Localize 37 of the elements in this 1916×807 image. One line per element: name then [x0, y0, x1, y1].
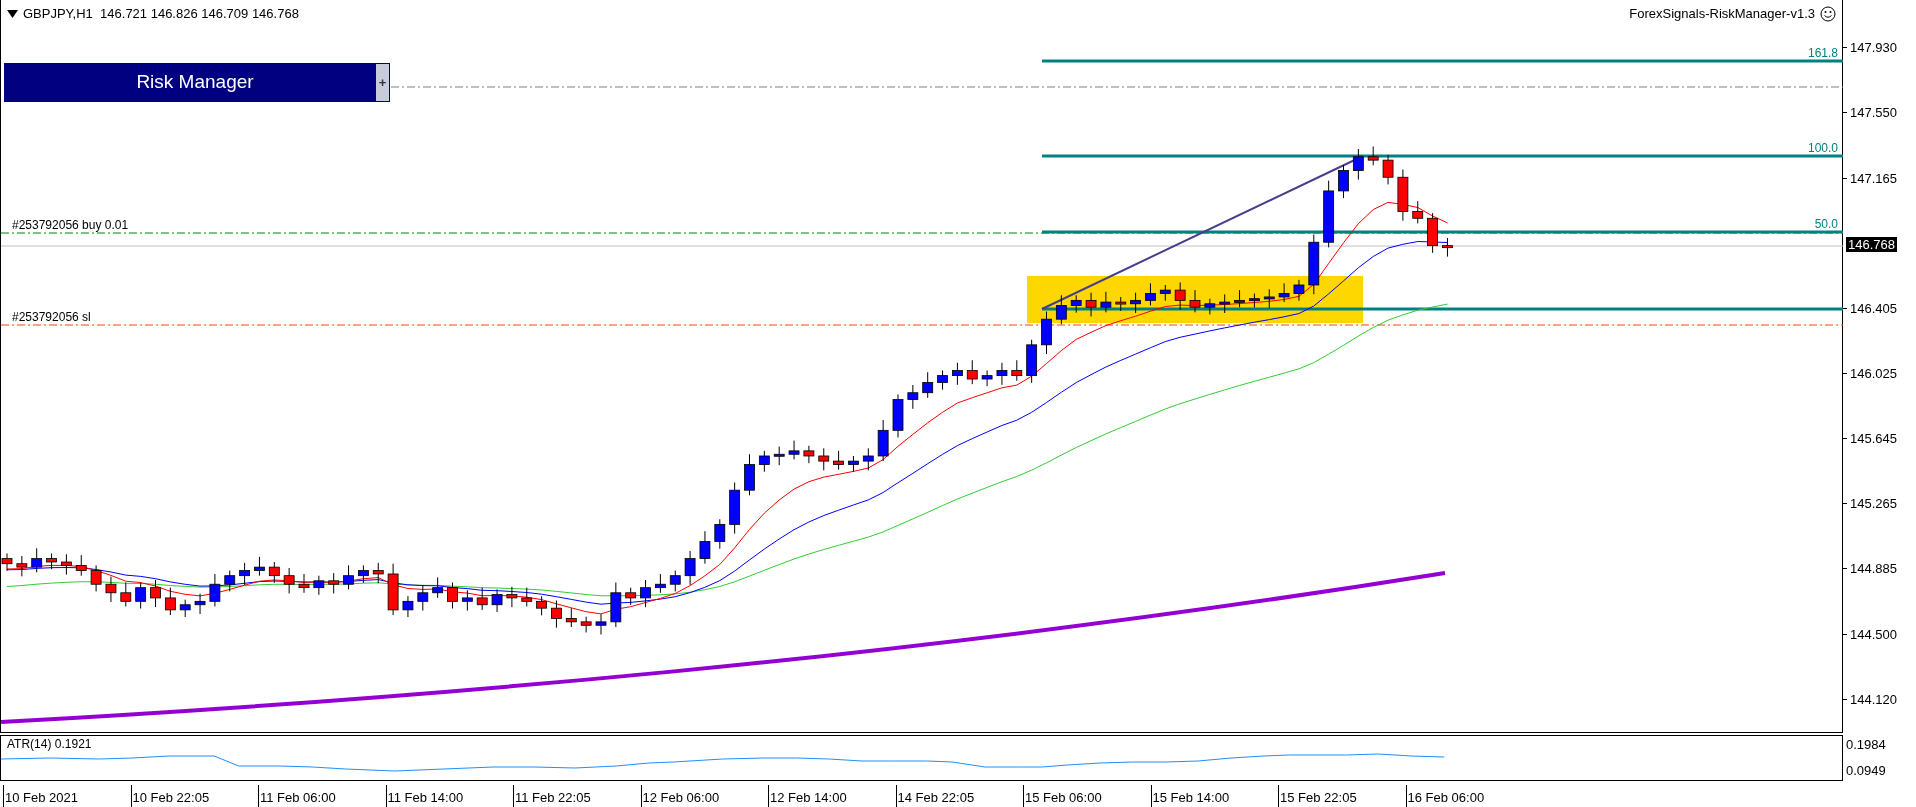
order-label: #253792056 buy 0.01 — [12, 219, 129, 231]
atr-tick-label: 0.0949 — [1846, 764, 1886, 777]
price-tick-label: 144.500 — [1850, 627, 1897, 641]
fibonacci-level-label: 50.0 — [1814, 218, 1838, 230]
time-tick-label: 12 Feb 06:00 — [642, 790, 720, 805]
time-tick-label: 16 Feb 06:00 — [1407, 790, 1485, 805]
time-tick-label: 11 Feb 14:00 — [387, 790, 464, 805]
indicator-label: ForexSignals-RiskManager-v1.3 — [1629, 5, 1815, 23]
dropdown-triangle-icon[interactable] — [7, 9, 18, 18]
atr-tick-label: 0.1984 — [1846, 738, 1886, 751]
smiley-icon — [1820, 5, 1836, 22]
fibonacci-level-label: 100.0 — [1807, 142, 1838, 154]
time-tick-label: 15 Feb 22:05 — [1280, 790, 1357, 805]
price-tick-label: 147.930 — [1850, 41, 1897, 54]
time-tick-label: 10 Feb 22:05 — [132, 790, 210, 805]
expand-button[interactable]: + — [376, 64, 389, 101]
time-tick-label: 14 Feb 22:05 — [897, 790, 975, 805]
price-tick-label: 146.405 — [1850, 301, 1897, 315]
current-price-badge: 146.768 — [1846, 237, 1897, 252]
time-tick-label: 11 Feb 22:05 — [515, 790, 591, 805]
order-label: #253792056 sl — [12, 311, 91, 323]
time-tick-label: 15 Feb 06:00 — [1025, 790, 1102, 805]
time-tick-label: 12 Feb 14:00 — [770, 790, 847, 805]
fibonacci-level-label: 161.8 — [1807, 47, 1838, 59]
price-tick-label: 144.120 — [1850, 692, 1897, 706]
atr-label: ATR(14) 0.1921 — [7, 738, 92, 750]
price-tick-label: 147.165 — [1850, 171, 1897, 185]
price-tick-label: 145.645 — [1850, 431, 1897, 445]
price-tick-label: 146.025 — [1850, 366, 1897, 380]
price-tick-label: 145.265 — [1850, 496, 1897, 510]
panel-title: Risk Manager — [135, 70, 255, 95]
symbol-price-header: GBPJPY,H1 146.721 146.826 146.709 146.768 — [23, 5, 299, 23]
price-tick-label: 147.550 — [1850, 105, 1897, 119]
time-tick-label: 15 Feb 14:00 — [1152, 790, 1230, 805]
time-tick-label: 10 Feb 2021 — [5, 790, 78, 805]
price-tick-label: 144.885 — [1850, 561, 1897, 575]
time-tick-label: 11 Feb 06:00 — [260, 790, 336, 805]
